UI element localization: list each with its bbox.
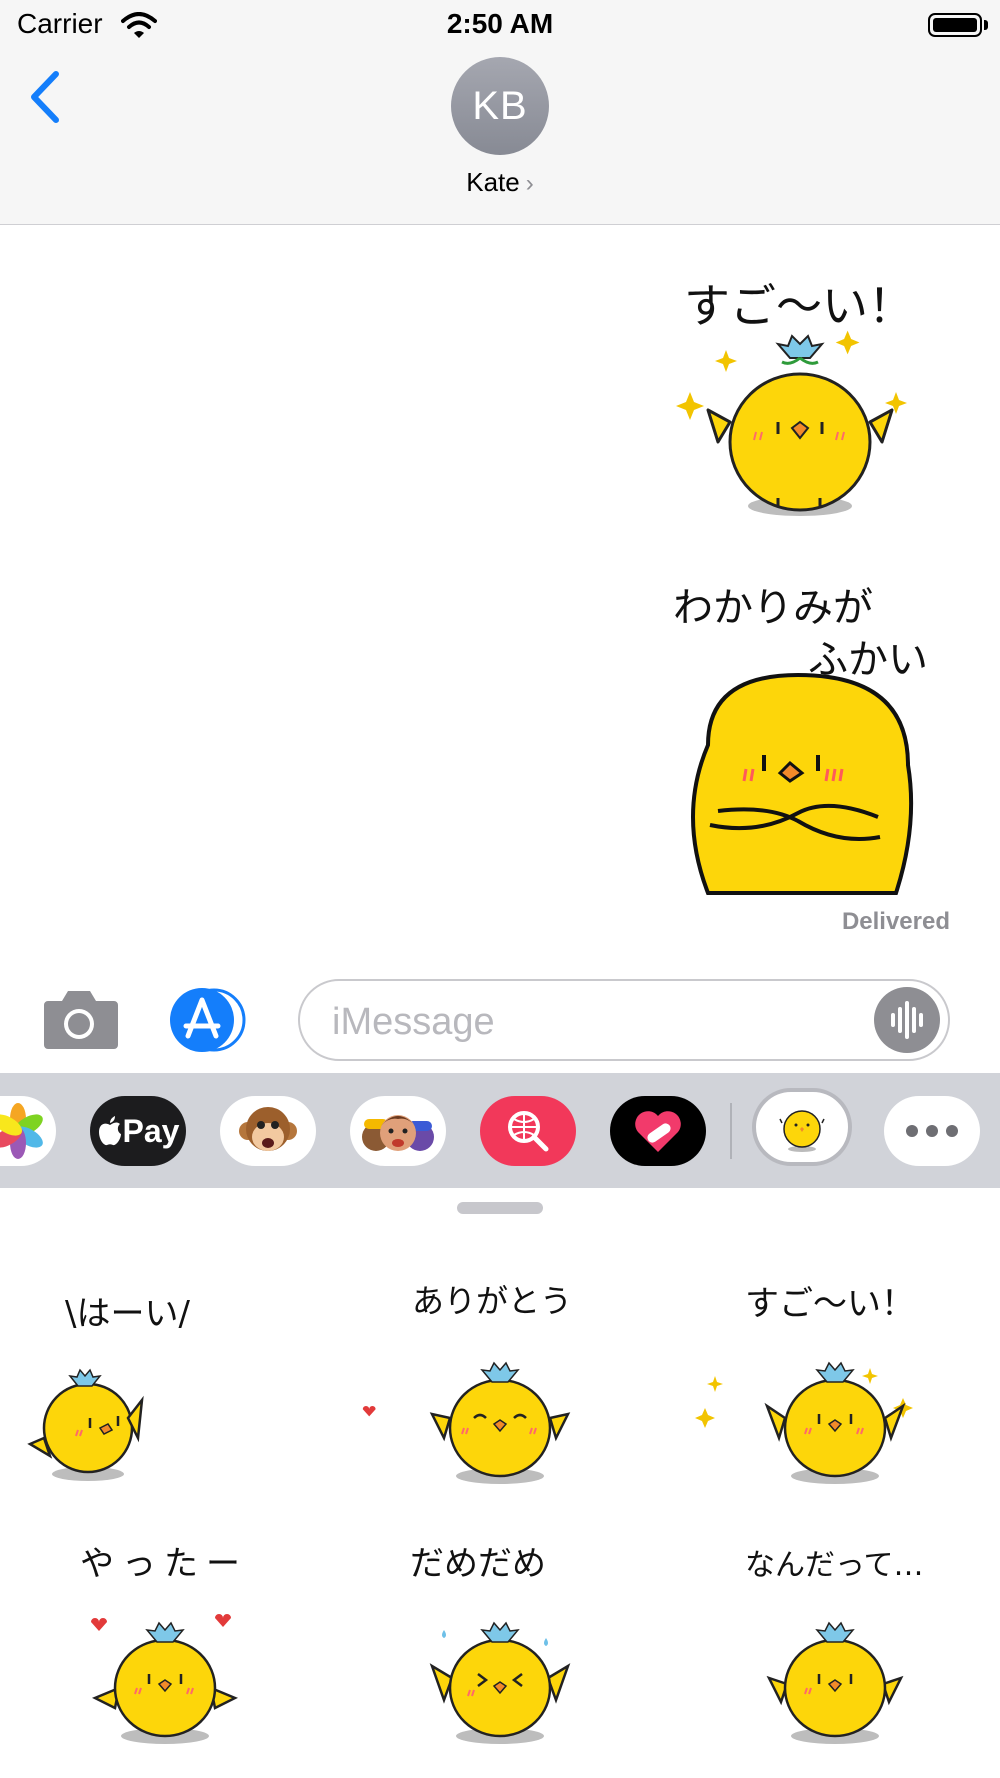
heart-bandage-icon [635,1111,681,1152]
contact-name-button[interactable]: Kate › [0,167,1000,198]
drawer-divider [730,1103,732,1159]
contact-avatar[interactable]: KB [451,57,549,155]
sticker-browser-panel: \はーい/ ありがとう すご〜い！ やったー だめだめ なんだって… [0,1188,1000,1778]
chick-icon [779,1110,825,1152]
photos-icon [0,1103,43,1159]
sent-sticker-wakarimi[interactable]: わかりみが ふかい [668,575,948,895]
search-images-app-button[interactable] [480,1096,576,1166]
waveform-icon [891,1001,923,1039]
chick-illustration [91,1614,239,1744]
sticker-pack-app-button[interactable] [752,1088,852,1166]
chick-illustration [695,1361,913,1484]
chick-illustration [429,1621,571,1744]
app-drawer: Pay [0,1073,1000,1188]
memoji-app-button[interactable] [350,1096,446,1166]
monkey-icon [239,1107,297,1151]
sticker-hai[interactable]: \はーい/ [20,1268,320,1508]
photos-app-button[interactable] [0,1096,56,1166]
memoji-icon [362,1115,434,1151]
more-icon [906,1125,958,1137]
conversation-header: Carrier 2:50 AM KB Kate › [0,0,1000,225]
avatar-initials: KB [472,83,528,128]
sticker-yatta[interactable]: やったー [15,1528,315,1768]
camera-icon[interactable] [40,987,118,1051]
audio-message-button[interactable] [874,987,940,1053]
sticker-arigatou[interactable]: ありがとう [350,1268,650,1508]
sticker-nandatte[interactable]: なんだって… [685,1528,985,1768]
chick-illustration [766,1621,904,1744]
heart-app-button[interactable] [610,1096,706,1166]
chick-illustration [27,1368,144,1481]
battery-icon [928,13,982,37]
status-time: 2:50 AM [446,8,554,39]
chick-illustration [676,330,907,516]
back-chevron-icon[interactable] [26,66,66,128]
sticker-damedame[interactable]: だめだめ [350,1528,650,1768]
message-input[interactable] [330,997,854,1047]
panel-grabber[interactable] [457,1202,543,1214]
chevron-right-icon: › [525,170,534,197]
message-input-container [298,979,950,1061]
animoji-app-button[interactable] [220,1096,316,1166]
sent-sticker-sugoi[interactable]: すご〜い！ [660,262,940,528]
apple-pay-app-button[interactable]: Pay [90,1096,186,1166]
pay-label: Pay [122,1112,180,1149]
app-store-icon[interactable] [170,988,256,1052]
chick-illustration [362,1361,571,1484]
sticker-sugoi[interactable]: すご〜い！ [685,1268,985,1508]
chick-illustration [691,672,914,895]
apple-logo-icon [98,1116,121,1146]
battery-tip [984,20,988,30]
more-apps-button[interactable] [884,1096,980,1166]
globe-search-icon [508,1111,549,1152]
delivered-status: Delivered [841,908,950,935]
contact-name: Kate [466,167,520,197]
